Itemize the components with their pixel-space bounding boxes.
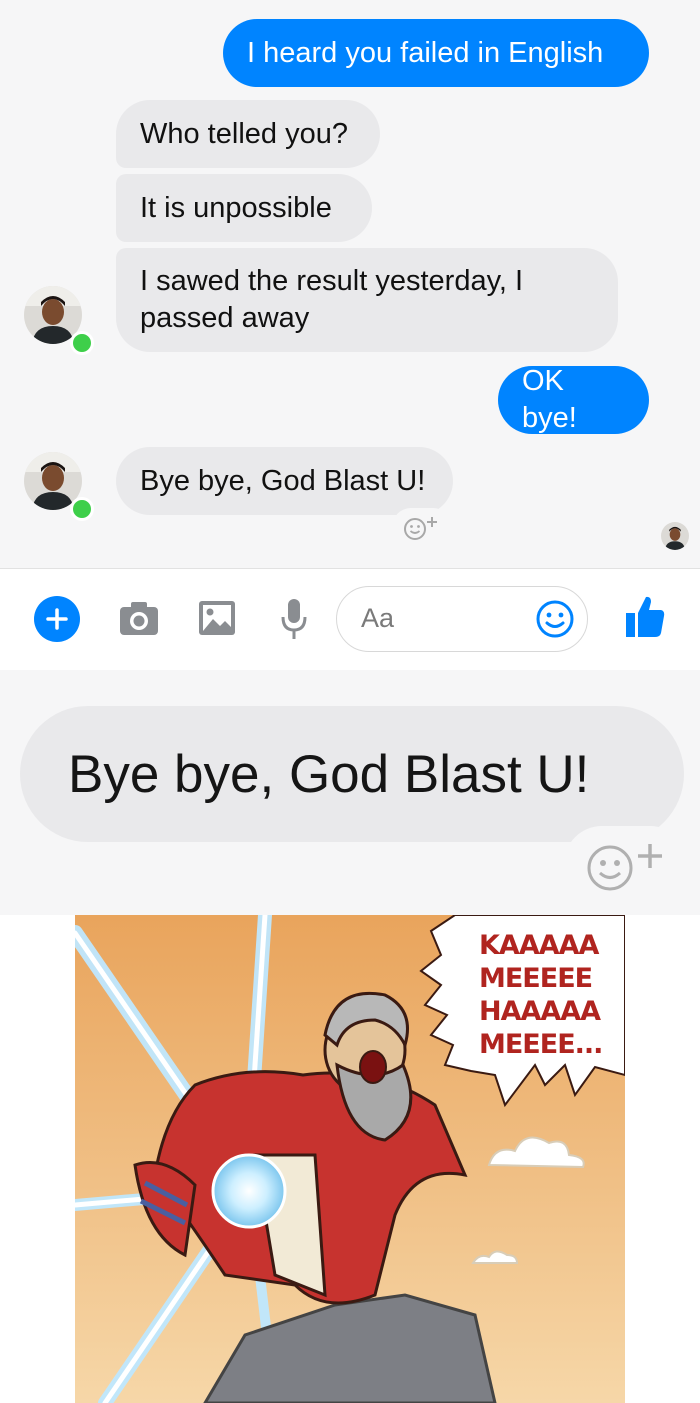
emoji-button[interactable] [535,599,575,644]
online-indicator [70,331,94,355]
message-text: I heard you failed in English [247,36,604,69]
gallery-button[interactable] [197,599,237,642]
chat-thread: I heard you failed in English Who telled… [0,0,700,568]
incoming-message[interactable]: I sawed the result yesterday, I passed a… [116,248,618,352]
reaction-add-icon [404,517,437,540]
camera-button[interactable] [118,599,160,642]
speech-line: MEEEEE [479,963,593,994]
speech-line: HAAAAA [479,996,601,1027]
online-indicator [70,497,94,521]
message-text: Who telled you? [140,117,348,150]
thumbs-up-icon [626,596,665,637]
zoomed-message-panel: Bye bye, God Blast U! [0,670,700,915]
message-input[interactable]: Aa [336,586,588,652]
image-icon [199,601,235,635]
message-text-line: passed away [140,302,310,334]
microphone-button[interactable] [280,597,308,646]
message-text-line: I sawed the result yesterday, I [140,265,524,297]
emoji-icon [536,600,574,638]
speech-text: KAAAAA MEEEEE HAAAAA MEEEE... [479,929,619,1061]
reaction-add-button[interactable] [392,508,452,546]
zoomed-message-bubble: Bye bye, God Blast U! [20,706,684,842]
message-text: It is unpossible [140,191,332,224]
microphone-icon [281,599,307,639]
camera-icon [120,602,158,635]
zoomed-reaction-button [564,826,688,902]
plus-button[interactable] [34,596,80,642]
message-text: OK bye! [522,365,577,434]
incoming-message[interactable]: It is unpossible [116,174,372,242]
plus-icon [46,608,68,630]
outgoing-message[interactable]: I heard you failed in English [223,19,649,87]
zoomed-message-text: Bye bye, God Blast U! [68,744,590,804]
message-text: Bye bye, God Blast U! [140,464,426,497]
moses-cartoon: KAAAAA MEEEEE HAAAAA MEEEE... [75,915,625,1403]
incoming-message[interactable]: Who telled you? [116,100,380,168]
outgoing-message[interactable]: OK bye! [498,365,649,434]
reaction-add-icon [587,844,662,891]
read-receipt-photo [661,522,689,550]
speech-line: KAAAAA [479,930,599,961]
speech-line: MEEEE... [479,1029,603,1060]
read-receipt-avatar [661,522,689,550]
incoming-message[interactable]: Bye bye, God Blast U! [116,447,453,515]
input-placeholder: Aa [361,603,395,633]
like-button[interactable] [624,593,666,644]
composer-bar: Aa [0,568,700,671]
